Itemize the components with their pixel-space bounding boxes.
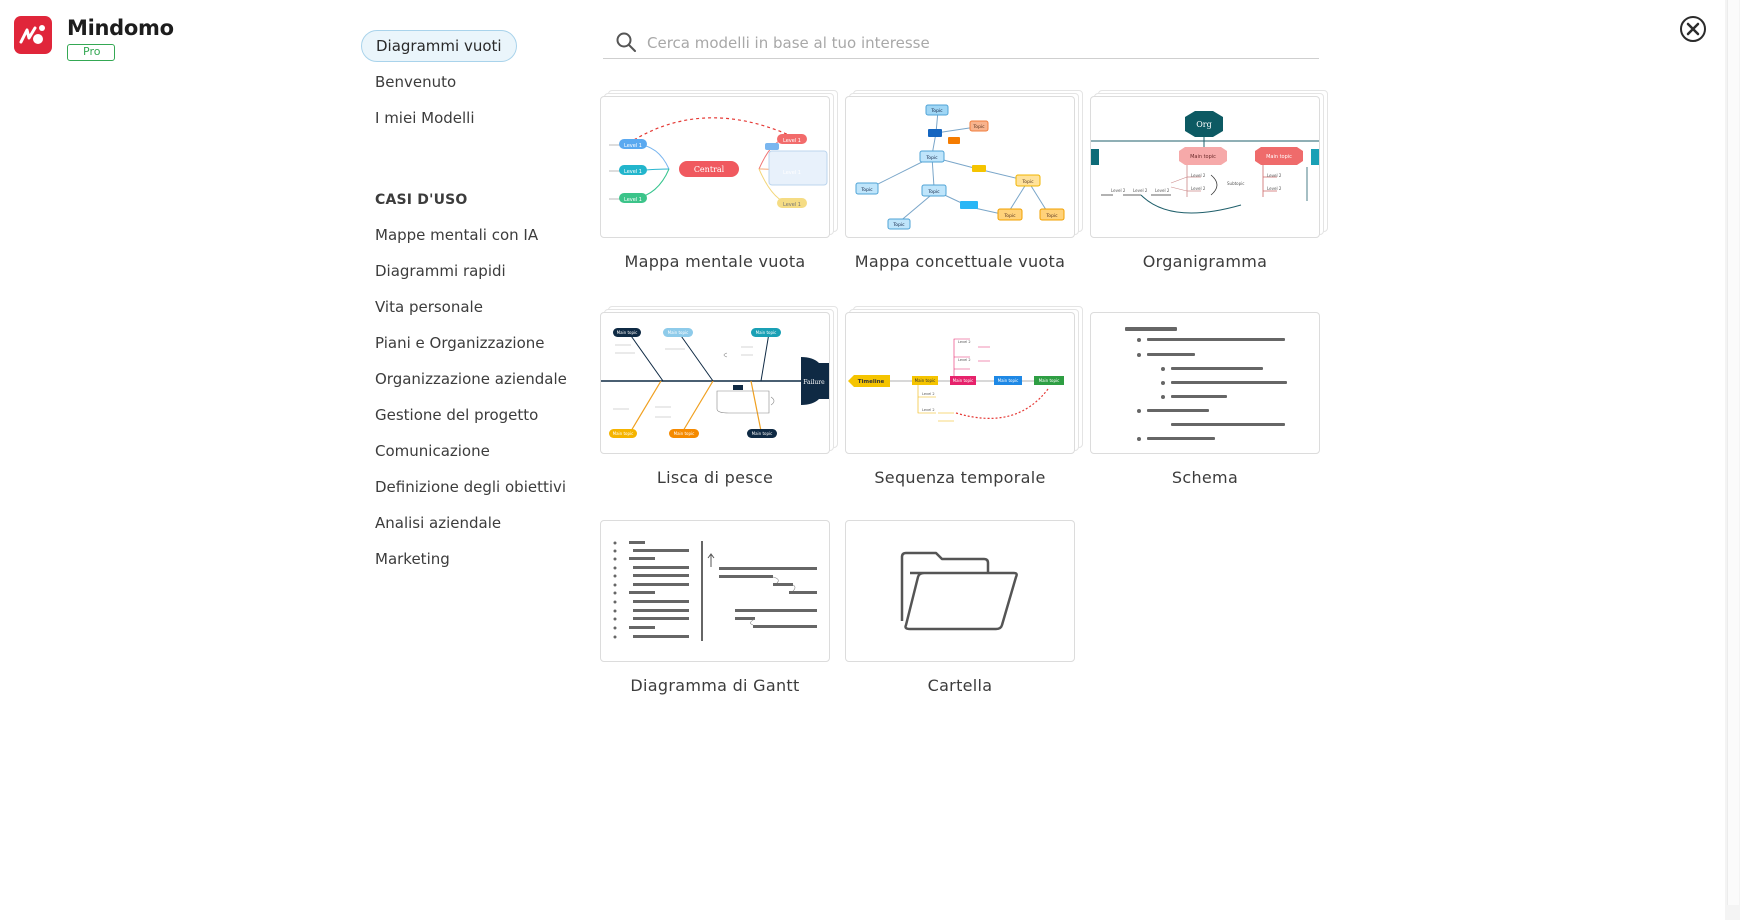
svg-text:Main topic: Main topic xyxy=(674,431,695,436)
brand: Mindomo Pro xyxy=(14,16,174,61)
svg-text:Level 2: Level 2 xyxy=(1155,188,1170,193)
nav-item-marketing[interactable]: Marketing xyxy=(375,549,450,569)
template-card-timeline[interactable]: Timeline Main topic Main topic Main topi… xyxy=(845,306,1083,487)
nav-item-vita-personale[interactable]: Vita personale xyxy=(375,297,483,317)
svg-text:Topic: Topic xyxy=(972,124,985,130)
svg-text:Main topic: Main topic xyxy=(668,330,689,335)
template-card-folder[interactable]: Cartella xyxy=(845,520,1075,695)
concept-map-preview: Topic Topic Topic Topic Topic Topic Topi… xyxy=(845,96,1075,238)
template-card-gantt[interactable]: Diagramma di Gantt xyxy=(600,520,830,695)
svg-text:Main topic: Main topic xyxy=(915,378,936,383)
org-chart-preview: Org Main topic Main topic Level 2 Level … xyxy=(1090,96,1320,238)
folder-preview xyxy=(845,520,1075,662)
nav-item-definizione-obiettivi[interactable]: Definizione degli obiettivi xyxy=(375,477,566,497)
svg-text:Main topic: Main topic xyxy=(1190,154,1216,160)
close-icon xyxy=(1686,22,1700,36)
svg-text:Level 1: Level 1 xyxy=(624,143,642,149)
use-cases-heading: CASI D'USO xyxy=(375,192,468,208)
timeline-preview: Timeline Main topic Main topic Main topi… xyxy=(845,312,1075,454)
search-icon xyxy=(616,32,636,52)
nav-item-diagrammi-rapidi[interactable]: Diagrammi rapidi xyxy=(375,261,506,281)
svg-text:Main topic: Main topic xyxy=(953,378,974,383)
nav-item-piani-organizzazione[interactable]: Piani e Organizzazione xyxy=(375,333,545,353)
svg-text:Topic: Topic xyxy=(892,222,905,228)
nav-item-analisi-aziendale[interactable]: Analisi aziendale xyxy=(375,513,501,533)
svg-text:Topic: Topic xyxy=(930,108,943,114)
nav-item-organizzazione-aziendale[interactable]: Organizzazione aziendale xyxy=(375,369,567,389)
svg-text:Subtopic: Subtopic xyxy=(1227,181,1244,186)
svg-text:Level 1: Level 1 xyxy=(783,170,801,176)
scrollbar-thumb[interactable] xyxy=(1727,0,1739,905)
svg-text:Level 2: Level 2 xyxy=(1133,188,1148,193)
template-label: Mappa mentale vuota xyxy=(624,252,806,271)
svg-text:Topic: Topic xyxy=(860,187,873,193)
gantt-preview xyxy=(600,520,830,662)
template-label: Lisca di pesce xyxy=(656,468,774,487)
svg-text:Level 1: Level 1 xyxy=(624,169,642,175)
mind-map-preview: Central Level 1 Level 1 Level 1 Level 1 … xyxy=(600,96,830,238)
template-label: Sequenza temporale xyxy=(874,468,1046,487)
template-card-fishbone[interactable]: Failure Main topic Main topic Main topic… xyxy=(600,306,838,487)
svg-text:Main topic: Main topic xyxy=(617,330,638,335)
plan-badge: Pro xyxy=(67,44,116,61)
svg-text:Topic: Topic xyxy=(1003,213,1016,219)
template-card-mind-map[interactable]: Central Level 1 Level 1 Level 1 Level 1 … xyxy=(600,90,838,271)
fishbone-preview: Failure Main topic Main topic Main topic… xyxy=(600,312,830,454)
template-label: Mappa concettuale vuota xyxy=(854,252,1066,271)
svg-text:Level 2: Level 2 xyxy=(958,358,971,362)
svg-text:Main topic: Main topic xyxy=(756,330,777,335)
svg-text:Main topic: Main topic xyxy=(613,431,634,436)
svg-text:Topic: Topic xyxy=(1021,179,1034,185)
nav-item-gestione-progetto[interactable]: Gestione del progetto xyxy=(375,405,538,425)
nav-item-benvenuto[interactable]: Benvenuto xyxy=(375,72,456,92)
template-label: Schema xyxy=(1171,468,1239,487)
svg-text:Topic: Topic xyxy=(927,189,940,195)
template-search xyxy=(603,28,1319,59)
svg-text:Level 2: Level 2 xyxy=(922,392,935,396)
nav-item-diagrammi-vuoti[interactable]: Diagrammi vuoti xyxy=(361,30,517,62)
template-card-concept-map[interactable]: Topic Topic Topic Topic Topic Topic Topi… xyxy=(845,90,1083,271)
svg-text:Level 2: Level 2 xyxy=(1191,186,1206,191)
nav-item-mappe-mentali-ia[interactable]: Mappe mentali con IA xyxy=(375,225,538,245)
svg-text:Main topic: Main topic xyxy=(752,431,773,436)
close-button[interactable] xyxy=(1680,16,1706,42)
svg-text:Main topic: Main topic xyxy=(1266,154,1292,160)
mindomo-logo-icon xyxy=(14,16,52,54)
svg-text:Failure: Failure xyxy=(803,379,825,386)
svg-text:Org: Org xyxy=(1196,120,1212,129)
nav-item-i-miei-modelli[interactable]: I miei Modelli xyxy=(375,108,475,128)
svg-text:Timeline: Timeline xyxy=(858,379,885,385)
svg-text:Level 1: Level 1 xyxy=(624,197,642,203)
svg-text:Level 2: Level 2 xyxy=(1191,173,1206,178)
app-name: Mindomo xyxy=(67,16,174,40)
svg-text:Level 2: Level 2 xyxy=(922,408,935,412)
nav-item-comunicazione[interactable]: Comunicazione xyxy=(375,441,490,461)
svg-text:Level 2: Level 2 xyxy=(1111,188,1126,193)
template-label: Diagramma di Gantt xyxy=(630,676,800,695)
search-input[interactable] xyxy=(645,31,1309,55)
svg-text:Main topic: Main topic xyxy=(1039,378,1060,383)
svg-text:Level 1: Level 1 xyxy=(783,202,801,208)
svg-text:Level 1: Level 1 xyxy=(783,138,801,144)
template-card-outline[interactable]: Schema xyxy=(1090,312,1320,487)
svg-text:Level 2: Level 2 xyxy=(958,340,971,344)
template-label: Organigramma xyxy=(1142,252,1268,271)
svg-text:Topic: Topic xyxy=(1045,213,1058,219)
outline-preview xyxy=(1090,312,1320,454)
svg-text:Topic: Topic xyxy=(925,155,938,161)
template-card-org-chart[interactable]: Org Main topic Main topic Level 2 Level … xyxy=(1090,90,1328,271)
svg-text:Level 2: Level 2 xyxy=(1267,186,1282,191)
svg-text:Central: Central xyxy=(694,165,725,174)
svg-text:Level 2: Level 2 xyxy=(1267,173,1282,178)
template-label: Cartella xyxy=(927,676,993,695)
folder-icon xyxy=(900,551,1018,631)
svg-text:Main topic: Main topic xyxy=(998,378,1019,383)
